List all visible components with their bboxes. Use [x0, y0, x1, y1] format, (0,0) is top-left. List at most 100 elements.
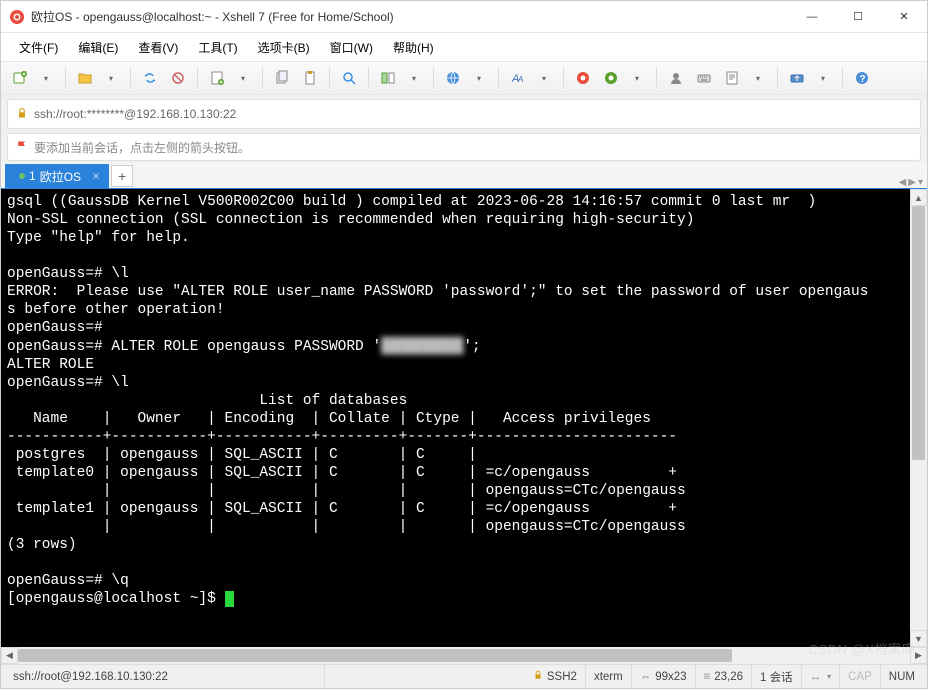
cursor-icon: ≡ [704, 671, 711, 683]
properties-dropdown[interactable]: ▾ [230, 65, 256, 91]
hint-text: 要添加当前会话，点击左侧的箭头按钮。 [34, 139, 250, 156]
svg-text:A: A [517, 75, 523, 84]
horizontal-scrollbar[interactable]: ◀ ▶ [1, 647, 927, 664]
terminal[interactable]: gsql ((GaussDB Kernel V500R002C00 build … [1, 189, 910, 647]
menu-file[interactable]: 文件(F) [9, 35, 68, 60]
status-bar: ssh://root@192.168.10.130:22 SSH2 xterm … [1, 664, 927, 688]
tab-add-button[interactable]: + [111, 165, 133, 187]
status-protocol: SSH2 [525, 665, 586, 688]
hint-bar: 要添加当前会话，点击左侧的箭头按钮。 [7, 133, 921, 161]
status-sessions: 1 会话 [752, 665, 802, 688]
scroll-right-arrow[interactable]: ▶ [910, 647, 927, 664]
tab-label: 欧拉OS [40, 168, 81, 185]
menu-edit[interactable]: 编辑(E) [68, 35, 128, 60]
window-title: 欧拉OS - opengauss@localhost:~ - Xshell 7 … [31, 8, 789, 25]
open-button[interactable] [72, 65, 98, 91]
tab-scroll-right[interactable]: ▶ [908, 177, 916, 188]
svg-text:?: ? [860, 74, 866, 85]
tab-close-icon[interactable]: × [89, 169, 103, 183]
scrollbar-thumb[interactable] [912, 206, 925, 460]
menu-view[interactable]: 查看(V) [128, 35, 188, 60]
link-icon: ↔ [810, 671, 822, 683]
tab-index: 1 [29, 169, 36, 183]
hscrollbar-thumb[interactable] [18, 649, 732, 662]
toolbar-separator [262, 67, 263, 89]
menu-tabs[interactable]: 选项卡(B) [248, 35, 320, 60]
address-input[interactable] [34, 107, 912, 121]
size-icon: ⇔ [640, 671, 652, 683]
layout-button[interactable] [375, 65, 401, 91]
toolbar-separator [197, 67, 198, 89]
status-cap: CAP [840, 665, 881, 688]
menu-bar: 文件(F) 编辑(E) 查看(V) 工具(T) 选项卡(B) 窗口(W) 帮助(… [1, 33, 927, 61]
new-session-dropdown[interactable]: ▾ [33, 65, 59, 91]
terminal-container: gsql ((GaussDB Kernel V500R002C00 build … [1, 189, 927, 647]
color-red-button[interactable] [570, 65, 596, 91]
find-button[interactable] [336, 65, 362, 91]
close-button[interactable]: ✕ [881, 1, 927, 33]
tab-active[interactable]: 1 欧拉OS × [5, 164, 109, 188]
toolbar-separator [563, 67, 564, 89]
paste-button[interactable] [297, 65, 323, 91]
vertical-scrollbar[interactable]: ▲ ▼ [910, 189, 927, 647]
reconnect-button[interactable] [137, 65, 163, 91]
tab-strip: 1 欧拉OS × + ◀ ▶ ▾ [1, 163, 927, 189]
tab-scroll-buttons: ◀ ▶ ▾ [899, 177, 927, 188]
toolbar-separator [498, 67, 499, 89]
hscrollbar-track[interactable] [18, 647, 910, 664]
transfer-button[interactable] [784, 65, 810, 91]
user-button[interactable] [663, 65, 689, 91]
window-controls: — ☐ ✕ [789, 1, 927, 33]
tab-scroll-left[interactable]: ◀ [899, 177, 907, 188]
script-button[interactable] [719, 65, 745, 91]
toolbar-separator [65, 67, 66, 89]
tab-list-dropdown[interactable]: ▾ [918, 177, 923, 188]
toolbar: ▾ ▾ ▾ ▾ ▾ AA ▾ ▾ ▾ ▾ ? [1, 61, 927, 95]
status-num: NUM [881, 665, 923, 688]
color-dropdown[interactable]: ▾ [624, 65, 650, 91]
scroll-up-arrow[interactable]: ▲ [910, 189, 927, 206]
properties-button[interactable] [204, 65, 230, 91]
app-icon [9, 9, 25, 25]
flag-icon [16, 140, 28, 155]
open-dropdown[interactable]: ▾ [98, 65, 124, 91]
menu-tools[interactable]: 工具(T) [188, 35, 247, 60]
menu-window[interactable]: 窗口(W) [320, 35, 383, 60]
toolbar-separator [433, 67, 434, 89]
new-session-button[interactable] [7, 65, 33, 91]
address-bar [7, 99, 921, 129]
transfer-dropdown[interactable]: ▾ [810, 65, 836, 91]
layout-dropdown[interactable]: ▾ [401, 65, 427, 91]
lock-icon [16, 107, 28, 122]
tab-status-dot [19, 173, 25, 179]
script-dropdown[interactable]: ▾ [745, 65, 771, 91]
status-path: ssh://root@192.168.10.130:22 [5, 665, 325, 688]
status-term: xterm [586, 665, 632, 688]
font-button[interactable]: AA [505, 65, 531, 91]
toolbar-separator [842, 67, 843, 89]
status-cursor: ≡23,26 [696, 665, 753, 688]
scroll-left-arrow[interactable]: ◀ [1, 647, 18, 664]
minimize-button[interactable]: — [789, 1, 835, 33]
menu-help[interactable]: 帮助(H) [383, 35, 444, 60]
title-bar: 欧拉OS - opengauss@localhost:~ - Xshell 7 … [1, 1, 927, 33]
disconnect-button[interactable] [165, 65, 191, 91]
toolbar-separator [329, 67, 330, 89]
help-icon-button[interactable]: ? [849, 65, 875, 91]
copy-button[interactable] [269, 65, 295, 91]
status-size: ⇔99x23 [632, 665, 696, 688]
status-link: ↔▾ [802, 665, 841, 688]
keyboard-button[interactable] [691, 65, 717, 91]
globe-dropdown[interactable]: ▾ [466, 65, 492, 91]
toolbar-separator [656, 67, 657, 89]
globe-button[interactable] [440, 65, 466, 91]
color-green-button[interactable] [598, 65, 624, 91]
maximize-button[interactable]: ☐ [835, 1, 881, 33]
link-dropdown[interactable]: ▾ [827, 672, 831, 681]
toolbar-separator [368, 67, 369, 89]
font-dropdown[interactable]: ▾ [531, 65, 557, 91]
lock-icon [533, 670, 543, 683]
scrollbar-track[interactable] [910, 206, 927, 630]
scroll-down-arrow[interactable]: ▼ [910, 630, 927, 647]
toolbar-separator [777, 67, 778, 89]
